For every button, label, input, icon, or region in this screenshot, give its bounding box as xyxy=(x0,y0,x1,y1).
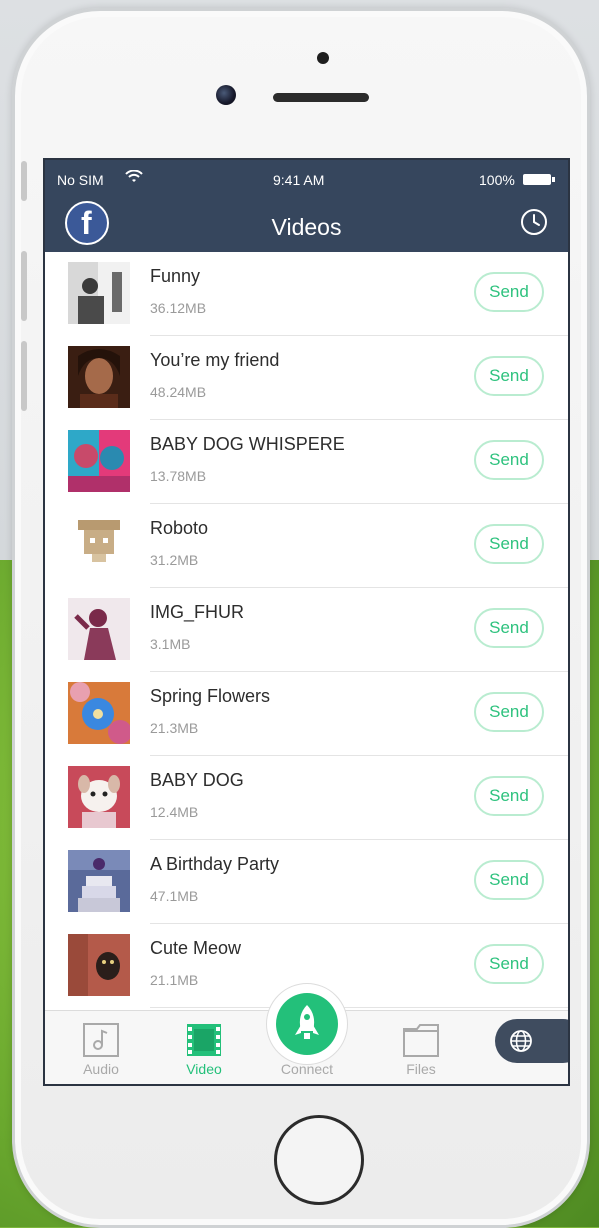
video-name: Cute Meow xyxy=(150,938,242,958)
carrier-label: No SIM xyxy=(57,172,104,188)
video-name: A Birthday Party xyxy=(150,854,280,874)
front-camera xyxy=(216,85,236,105)
video-name: You’re my friend xyxy=(150,350,280,370)
page-title: Videos xyxy=(271,214,342,240)
video-name: Roboto xyxy=(150,518,209,538)
video-thumbnail xyxy=(68,598,130,660)
video-row[interactable]: You’re my friend 48.24MB Send xyxy=(45,336,568,420)
send-button[interactable]: Send xyxy=(474,356,544,396)
app-screen: No SIM 9:41 AM 100% f Videos Funny 36.12… xyxy=(43,158,570,1086)
video-thumbnail xyxy=(68,430,130,492)
video-row[interactable]: IMG_FHUR 3.1MB Send xyxy=(45,588,568,672)
tab-label-video: Video xyxy=(186,1061,222,1077)
video-row[interactable]: Spring Flowers 21.3MB Send xyxy=(45,672,568,756)
home-button[interactable] xyxy=(274,1115,364,1205)
connect-circle xyxy=(276,993,338,1055)
film-icon xyxy=(187,1024,221,1056)
battery-tip xyxy=(552,177,555,182)
video-size: 31.2MB xyxy=(150,552,199,568)
wifi-icon xyxy=(125,170,143,182)
video-size: 21.3MB xyxy=(150,720,199,736)
video-thumbnail xyxy=(68,262,130,324)
folder-icon xyxy=(403,1024,439,1057)
rocket-icon xyxy=(295,1005,319,1039)
video-thumbnail xyxy=(68,346,130,408)
bottom-tab-bar: Audio Video Connect Files xyxy=(45,983,568,1084)
music-note-icon xyxy=(83,1023,119,1057)
send-button[interactable]: Send xyxy=(474,440,544,480)
video-thumbnail xyxy=(68,682,130,744)
proximity-sensor xyxy=(317,52,329,64)
video-size: 48.24MB xyxy=(150,384,207,400)
video-size: 47.1MB xyxy=(150,888,199,904)
send-button[interactable]: Send xyxy=(474,776,544,816)
send-button[interactable]: Send xyxy=(474,272,544,312)
send-button[interactable]: Send xyxy=(474,860,544,900)
row-divider xyxy=(150,1007,568,1008)
video-row[interactable]: Funny 36.12MB Send xyxy=(45,252,568,336)
video-thumbnail xyxy=(68,934,130,996)
tab-label-connect: Connect xyxy=(280,1061,334,1077)
earpiece-speaker xyxy=(273,93,369,102)
send-button[interactable]: Send xyxy=(474,944,544,984)
send-button[interactable]: Send xyxy=(474,692,544,732)
volume-up-button xyxy=(21,251,27,321)
video-thumbnail xyxy=(68,766,130,828)
video-size: 36.12MB xyxy=(150,300,207,316)
send-button[interactable]: Send xyxy=(474,608,544,648)
tab-label-files: Files xyxy=(406,1061,436,1077)
video-row[interactable]: BABY DOG 12.4MB Send xyxy=(45,756,568,840)
connect-button[interactable] xyxy=(266,983,348,1065)
history-clock-icon[interactable] xyxy=(520,208,548,236)
video-name: BABY DOG xyxy=(150,770,244,790)
battery-percent: 100% xyxy=(479,172,515,188)
battery-icon xyxy=(523,174,551,185)
video-thumbnail xyxy=(68,850,130,912)
tab-label-audio: Audio xyxy=(83,1061,119,1077)
video-name: BABY DOG WHISPERE xyxy=(150,434,345,454)
video-name: Spring Flowers xyxy=(150,686,271,706)
video-size: 12.4MB xyxy=(150,804,199,820)
status-time: 9:41 AM xyxy=(273,172,325,188)
globe-icon xyxy=(510,1030,532,1052)
video-row[interactable]: Roboto 31.2MB Send xyxy=(45,504,568,588)
language-button[interactable] xyxy=(495,1019,568,1063)
navigation-bar: No SIM 9:41 AM 100% f Videos xyxy=(45,160,568,252)
video-row[interactable]: A Birthday Party 47.1MB Send xyxy=(45,840,568,924)
video-size: 21.1MB xyxy=(150,972,199,988)
mute-switch xyxy=(21,161,27,201)
video-name: IMG_FHUR xyxy=(150,602,244,622)
video-size: 13.78MB xyxy=(150,468,207,484)
send-button[interactable]: Send xyxy=(474,524,544,564)
volume-down-button xyxy=(21,341,27,411)
video-thumbnail xyxy=(68,514,130,576)
video-name: Funny xyxy=(150,266,201,286)
video-row[interactable]: BABY DOG WHISPERE 13.78MB Send xyxy=(45,420,568,504)
video-size: 3.1MB xyxy=(150,636,191,652)
